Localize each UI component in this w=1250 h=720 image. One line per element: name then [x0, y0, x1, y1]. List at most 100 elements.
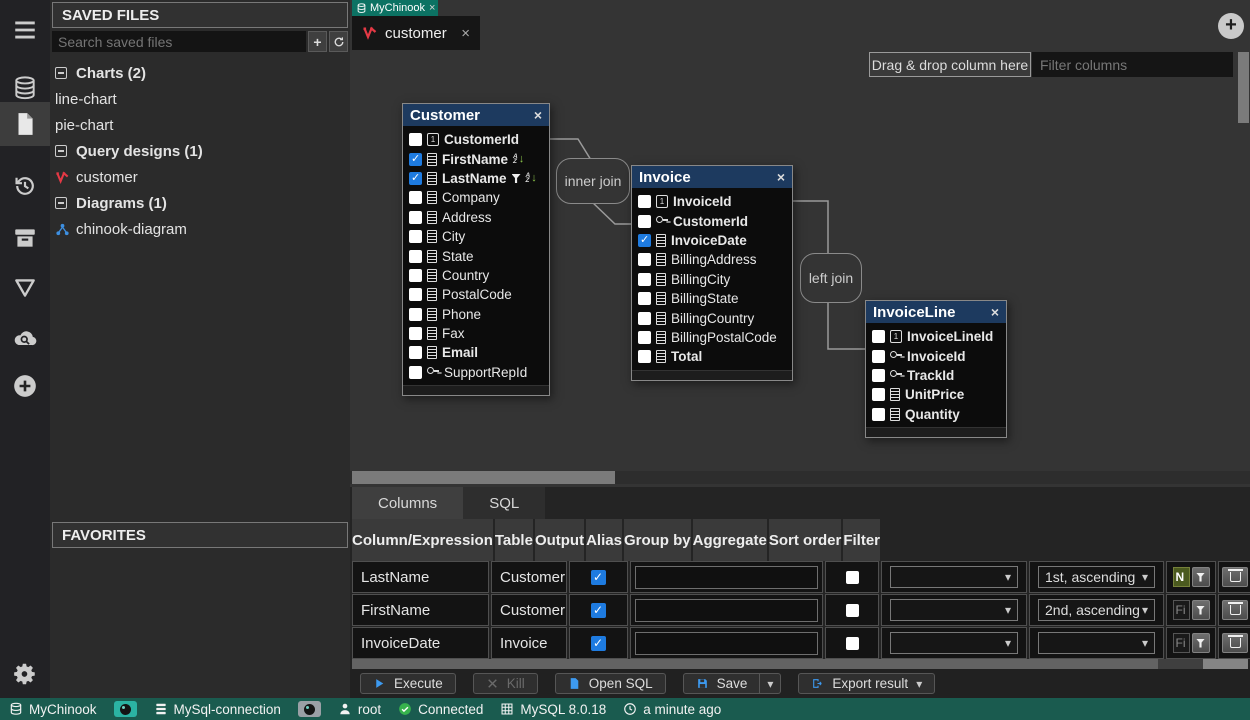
column-checkbox[interactable] — [409, 211, 422, 224]
cloud-search-icon[interactable] — [0, 316, 50, 360]
alias-input[interactable] — [635, 632, 818, 655]
diagram-column-row[interactable]: LastName — [403, 169, 549, 188]
files-icon[interactable] — [0, 102, 50, 146]
diagram-column-row[interactable]: Address — [403, 208, 549, 227]
output-checkbox[interactable] — [591, 570, 606, 585]
cell-table[interactable]: Customer — [491, 561, 567, 593]
status-last-run[interactable]: a minute ago — [623, 702, 721, 717]
aggregate-select[interactable] — [890, 632, 1018, 654]
status-connection[interactable]: MyChinook — [9, 702, 97, 717]
diagram-column-row[interactable]: Phone — [403, 305, 549, 324]
table-header[interactable]: Invoice — [632, 166, 792, 188]
filter-funnel-button[interactable] — [1192, 567, 1210, 587]
diagram-column-row[interactable]: InvoiceLineId — [866, 327, 1006, 346]
column-checkbox[interactable] — [409, 308, 422, 321]
diagram-column-row[interactable]: BillingAddress — [632, 250, 792, 269]
query-design-canvas[interactable]: MyChinook customer Drag & drop column he… — [350, 0, 1250, 487]
filter-funnel-button[interactable] — [1192, 633, 1210, 653]
close-icon[interactable] — [777, 169, 785, 185]
diagram-column-row[interactable]: InvoiceDate — [632, 231, 792, 250]
column-checkbox[interactable] — [638, 253, 651, 266]
filter-funnel-icon[interactable] — [0, 266, 50, 310]
tree-item[interactable]: Query designs (1) — [50, 138, 348, 164]
column-checkbox[interactable] — [409, 269, 422, 282]
filter-columns-input[interactable] — [1032, 52, 1233, 77]
column-checkbox[interactable] — [872, 408, 885, 421]
close-icon[interactable] — [429, 2, 435, 14]
column-checkbox[interactable] — [638, 234, 651, 247]
cell-table[interactable]: Invoice — [491, 627, 567, 659]
tree-item[interactable]: customer — [50, 164, 348, 190]
diagram-column-row[interactable]: State — [403, 246, 549, 265]
canvas-horizontal-scrollbar[interactable] — [350, 471, 1250, 484]
tree-item[interactable]: Diagrams (1) — [50, 190, 348, 216]
group-by-checkbox[interactable] — [846, 604, 859, 617]
column-checkbox[interactable] — [638, 350, 651, 363]
join-label-left[interactable]: left join — [800, 253, 862, 303]
column-checkbox[interactable] — [409, 327, 422, 340]
status-connected[interactable]: Connected — [398, 702, 483, 717]
column-checkbox[interactable] — [638, 331, 651, 344]
diagram-table-invoice[interactable]: Invoice InvoiceId CustomerId — [631, 165, 793, 381]
add-table-button[interactable] — [1218, 13, 1244, 39]
settings-gear-icon[interactable] — [0, 652, 50, 696]
column-checkbox[interactable] — [409, 366, 422, 379]
filter-value-field[interactable]: N — [1173, 567, 1190, 587]
drag-drop-target[interactable]: Drag & drop column here — [869, 52, 1031, 77]
diagram-column-row[interactable]: City — [403, 227, 549, 246]
diagram-table-customer[interactable]: Customer CustomerId FirstName — [402, 103, 550, 396]
tree-item[interactable]: Charts (2) — [50, 60, 348, 86]
diagram-column-row[interactable]: CustomerId — [403, 130, 549, 149]
open-sql-button[interactable]: Open SQL — [555, 673, 666, 694]
collapse-icon[interactable] — [55, 197, 67, 209]
add-file-button[interactable] — [308, 31, 327, 52]
collapse-icon[interactable] — [55, 145, 67, 157]
column-checkbox[interactable] — [638, 292, 651, 305]
column-checkbox[interactable] — [409, 250, 422, 263]
delete-row-button[interactable] — [1222, 633, 1248, 653]
connection-color-badge[interactable] — [114, 701, 137, 717]
scrollbar-thumb[interactable] — [1203, 659, 1248, 669]
diagram-column-row[interactable]: TrackId — [866, 366, 1006, 385]
cell-column-expression[interactable]: FirstName — [352, 594, 489, 626]
export-result-button[interactable]: Export result — [798, 673, 935, 694]
group-by-checkbox[interactable] — [846, 571, 859, 584]
diagram-column-row[interactable]: BillingCountry — [632, 308, 792, 327]
cell-table[interactable]: Customer — [491, 594, 567, 626]
sort-order-select[interactable]: 2nd, ascending — [1038, 599, 1155, 621]
column-checkbox[interactable] — [409, 153, 422, 166]
diagram-column-row[interactable]: BillingCity — [632, 270, 792, 289]
diagram-column-row[interactable]: SupportRepId — [403, 363, 549, 382]
diagram-column-row[interactable]: InvoiceId — [866, 346, 1006, 365]
diagram-column-row[interactable]: InvoiceId — [632, 192, 792, 211]
diagram-column-row[interactable]: FirstName — [403, 149, 549, 168]
tree-item[interactable]: pie-chart — [50, 112, 348, 138]
diagram-column-row[interactable]: Quantity — [866, 405, 1006, 424]
join-label-inner[interactable]: inner join — [556, 158, 630, 204]
save-button[interactable]: Save — [683, 673, 761, 694]
scrollbar-thumb[interactable] — [352, 471, 615, 484]
add-circle-icon[interactable] — [0, 364, 50, 408]
save-menu-button[interactable] — [760, 673, 781, 694]
bottom-tab[interactable]: Columns — [352, 487, 463, 519]
sort-order-select[interactable]: 1st, ascending — [1038, 566, 1155, 588]
diagram-column-row[interactable]: Company — [403, 188, 549, 207]
diagram-table-invoiceline[interactable]: InvoiceLine InvoiceLineId InvoiceId — [865, 300, 1007, 438]
archive-icon[interactable] — [0, 216, 50, 260]
refresh-button[interactable] — [329, 31, 348, 52]
diagram-column-row[interactable]: BillingPostalCode — [632, 328, 792, 347]
filter-funnel-button[interactable] — [1192, 600, 1210, 620]
history-icon[interactable] — [0, 164, 50, 208]
delete-row-button[interactable] — [1222, 567, 1248, 587]
output-checkbox[interactable] — [591, 603, 606, 618]
column-checkbox[interactable] — [638, 273, 651, 286]
column-checkbox[interactable] — [409, 230, 422, 243]
diagram-column-row[interactable]: UnitPrice — [866, 385, 1006, 404]
alias-input[interactable] — [635, 566, 818, 589]
table-header[interactable]: Customer — [403, 104, 549, 126]
column-checkbox[interactable] — [409, 191, 422, 204]
kill-button[interactable]: Kill — [473, 673, 538, 694]
diagram-column-row[interactable]: Fax — [403, 324, 549, 343]
cell-column-expression[interactable]: InvoiceDate — [352, 627, 489, 659]
status-server[interactable]: MySql-connection — [154, 702, 281, 717]
